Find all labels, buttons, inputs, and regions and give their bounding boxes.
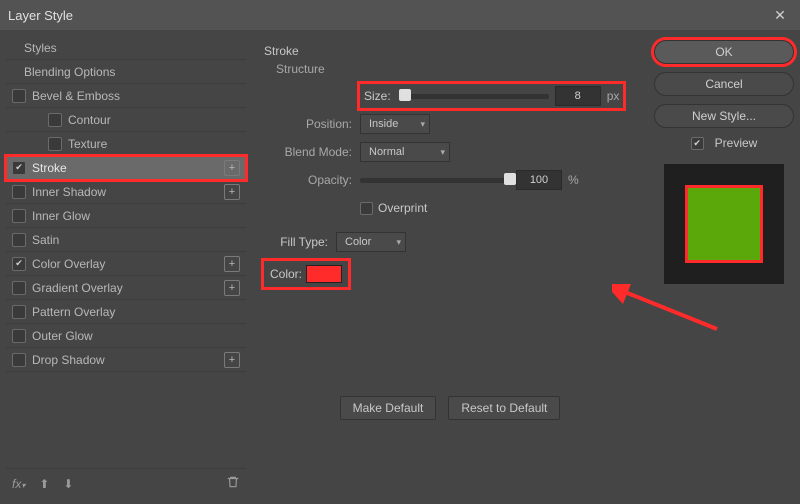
- titlebar: Layer Style ✕: [0, 0, 800, 30]
- sidebar-item-inner-glow[interactable]: Inner Glow: [6, 204, 246, 228]
- sidebar-item-stroke[interactable]: Stroke+: [6, 156, 246, 180]
- sidebar-item-gradient-overlay[interactable]: Gradient Overlay+: [6, 276, 246, 300]
- preview-checkbox[interactable]: [691, 137, 704, 150]
- overprint-label: Overprint: [378, 201, 427, 215]
- blend-mode-dropdown[interactable]: Normal: [360, 142, 450, 162]
- sidebar-item-inner-shadow[interactable]: Inner Shadow+: [6, 180, 246, 204]
- checkbox-icon[interactable]: [12, 257, 26, 271]
- checkbox-icon[interactable]: [12, 281, 26, 295]
- color-label: Color:: [270, 267, 302, 281]
- size-control-highlight: Size: 8 px: [360, 84, 623, 108]
- sidebar-item-outer-glow[interactable]: Outer Glow: [6, 324, 246, 348]
- trash-icon[interactable]: [226, 475, 240, 492]
- checkbox-icon[interactable]: [12, 329, 26, 343]
- stroke-panel: Stroke Structure Size: 8 px Position: In…: [252, 36, 648, 498]
- cancel-button[interactable]: Cancel: [654, 72, 794, 96]
- sidebar: Styles Blending Options Bevel & Emboss C…: [6, 36, 246, 498]
- opacity-input[interactable]: 100: [516, 170, 562, 190]
- sidebar-item-texture[interactable]: Texture: [6, 132, 246, 156]
- opacity-slider[interactable]: [360, 178, 510, 183]
- new-style-button[interactable]: New Style...: [654, 104, 794, 128]
- preview-swatch-icon: [685, 185, 763, 263]
- sidebar-item-styles[interactable]: Styles: [6, 36, 246, 60]
- sidebar-item-blending-options[interactable]: Blending Options: [6, 60, 246, 84]
- plus-icon[interactable]: +: [224, 184, 240, 200]
- plus-icon[interactable]: +: [224, 352, 240, 368]
- filltype-label: Fill Type:: [264, 235, 336, 249]
- plus-icon[interactable]: +: [224, 280, 240, 296]
- make-default-button[interactable]: Make Default: [340, 396, 437, 420]
- plus-icon[interactable]: +: [224, 256, 240, 272]
- size-input[interactable]: 8: [555, 86, 601, 106]
- checkbox-icon[interactable]: [12, 161, 26, 175]
- color-control-highlight: Color:: [264, 261, 348, 287]
- checkbox-icon[interactable]: [12, 233, 26, 247]
- preview-label: Preview: [715, 136, 758, 150]
- arrow-up-icon[interactable]: ⬆: [39, 477, 49, 491]
- reset-default-button[interactable]: Reset to Default: [448, 396, 560, 420]
- checkbox-icon[interactable]: [12, 305, 26, 319]
- right-panel: OK Cancel New Style... Preview: [654, 36, 794, 498]
- checkbox-icon[interactable]: [12, 185, 26, 199]
- checkbox-icon[interactable]: [12, 353, 26, 367]
- overprint-checkbox[interactable]: [360, 202, 373, 215]
- main-area: Styles Blending Options Bevel & Emboss C…: [0, 30, 800, 504]
- sidebar-item-satin[interactable]: Satin: [6, 228, 246, 252]
- close-icon[interactable]: ✕: [768, 3, 792, 27]
- plus-icon[interactable]: +: [224, 160, 240, 176]
- layer-style-dialog: Layer Style ✕ Styles Blending Options Be…: [0, 0, 800, 504]
- sidebar-item-drop-shadow[interactable]: Drop Shadow+: [6, 348, 246, 372]
- size-unit: px: [607, 89, 620, 103]
- arrow-down-icon[interactable]: ⬇: [63, 477, 73, 491]
- filltype-dropdown[interactable]: Color: [336, 232, 406, 252]
- size-slider[interactable]: [399, 94, 549, 99]
- group-title: Stroke: [264, 44, 636, 58]
- checkbox-icon[interactable]: [12, 89, 26, 103]
- blend-mode-label: Blend Mode:: [264, 145, 360, 159]
- preview-thumbnail: [664, 164, 784, 284]
- checkbox-icon[interactable]: [48, 113, 62, 127]
- fx-icon[interactable]: fx▾: [12, 477, 25, 491]
- default-buttons-row: Make Default Reset to Default: [264, 396, 636, 420]
- sidebar-footer: fx▾ ⬆ ⬇: [6, 468, 246, 498]
- structure-label: Structure: [276, 62, 636, 76]
- checkbox-icon[interactable]: [48, 137, 62, 151]
- sidebar-item-pattern-overlay[interactable]: Pattern Overlay: [6, 300, 246, 324]
- window-title: Layer Style: [8, 8, 73, 23]
- sidebar-item-color-overlay[interactable]: Color Overlay+: [6, 252, 246, 276]
- sidebar-item-bevel-emboss[interactable]: Bevel & Emboss: [6, 84, 246, 108]
- ok-button[interactable]: OK: [654, 40, 794, 64]
- checkbox-icon[interactable]: [12, 209, 26, 223]
- opacity-label: Opacity:: [264, 173, 360, 187]
- color-swatch[interactable]: [306, 265, 342, 283]
- position-dropdown[interactable]: Inside: [360, 114, 430, 134]
- position-label: Position:: [264, 117, 360, 131]
- preview-toggle[interactable]: Preview: [654, 136, 794, 150]
- effects-list: Styles Blending Options Bevel & Emboss C…: [6, 36, 246, 468]
- sidebar-item-contour[interactable]: Contour: [6, 108, 246, 132]
- opacity-unit: %: [568, 173, 579, 187]
